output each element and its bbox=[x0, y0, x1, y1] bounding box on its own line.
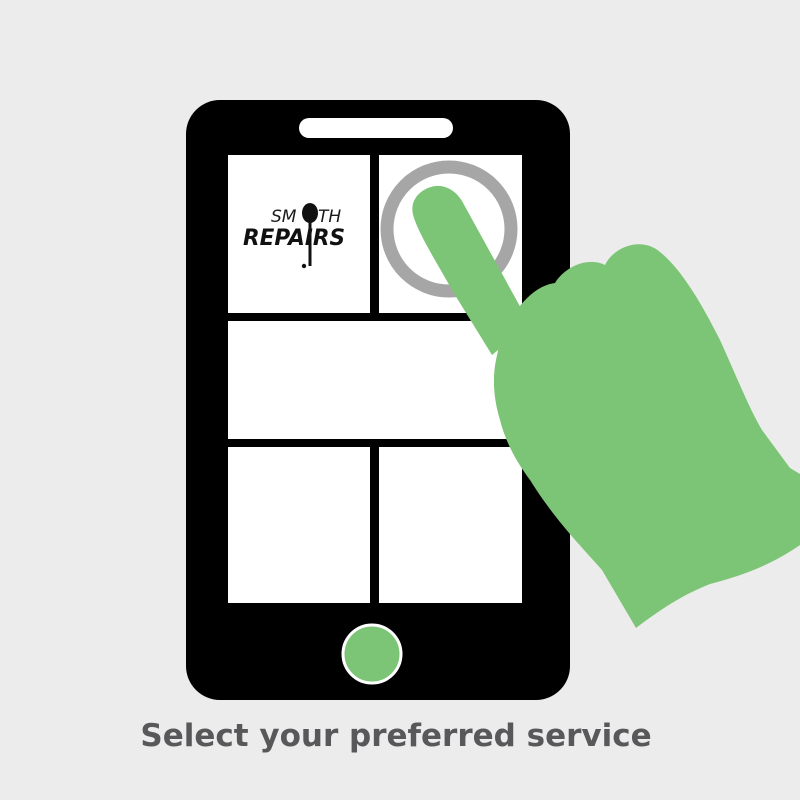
logo-text-th: TH bbox=[318, 207, 341, 227]
speaker-slot-icon bbox=[299, 118, 453, 138]
home-button-icon[interactable] bbox=[341, 623, 403, 685]
logo-text-repairs: REPAIRS bbox=[243, 226, 345, 251]
illustration-canvas: SM TH REPAIRS bbox=[186, 100, 800, 700]
logo-text-sm: SM bbox=[271, 207, 297, 227]
service-tile-bottom-right[interactable] bbox=[379, 447, 522, 603]
service-tile-bottom-left[interactable] bbox=[228, 447, 370, 603]
instruction-caption: Select your preferred service bbox=[140, 718, 652, 754]
service-tile-wide[interactable] bbox=[228, 321, 522, 439]
